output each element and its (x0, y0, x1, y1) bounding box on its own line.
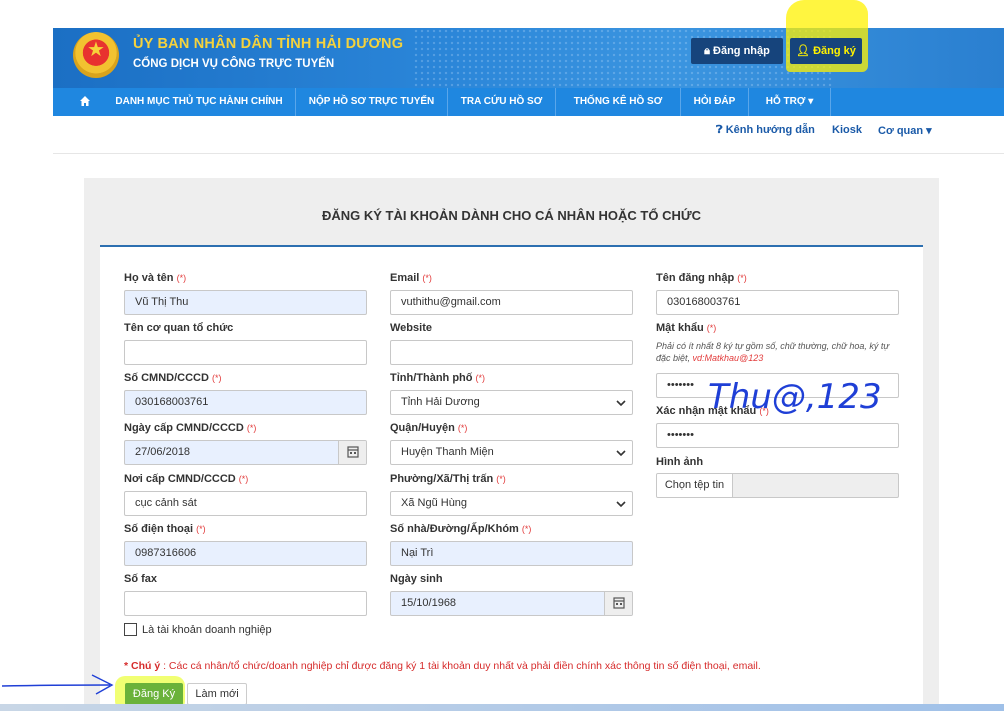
chevron-down-icon (616, 501, 626, 508)
province-label: Tỉnh/Thành phố (*) (390, 372, 486, 384)
register-button[interactable]: 👤︎ Đăng ký (790, 38, 862, 64)
issue-place-label: Nơi cấp CMND/CCCD (*) (124, 473, 249, 485)
national-emblem-icon: ★ (73, 32, 119, 78)
image-upload: Chọn tệp tin (656, 473, 899, 498)
main-nav: DANH MỤC THỦ TỤC HÀNH CHÍNH NỘP HỒ SƠ TR… (53, 88, 1004, 116)
image-label: Hình ảnh (656, 456, 704, 468)
login-button[interactable]: 🔒︎ Đăng nhập (691, 38, 783, 64)
business-account-label: Là tài khoản doanh nghiệp (142, 624, 272, 636)
fax-label: Số fax (124, 573, 158, 585)
website-input[interactable] (390, 340, 633, 365)
nav-item-statistics[interactable]: THỐNG KÊ HỒ SƠ (556, 88, 681, 116)
email-input[interactable]: vuthithu@gmail.com (390, 290, 633, 315)
nav-item-procedures[interactable]: DANH MỤC THỦ TỤC HÀNH CHÍNH (103, 88, 296, 116)
question-circle-icon: ❓︎ (716, 124, 723, 136)
chevron-down-icon (616, 450, 626, 457)
org-label: Tên cơ quan tổ chức (124, 322, 234, 334)
username-input[interactable]: 030168003761 (656, 290, 899, 315)
agency-dropdown[interactable]: Cơ quan ▾ (878, 124, 932, 137)
phone-label: Số điện thoại (*) (124, 523, 206, 535)
dob-label: Ngày sinh (390, 573, 443, 585)
address-input[interactable]: Nại Trì (390, 541, 633, 566)
org-subtitle: CỔNG DỊCH VỤ CÔNG TRỰC TUYẾN (133, 58, 335, 70)
dob-input[interactable]: 15/10/1968 (390, 591, 633, 616)
ward-label: Phường/Xã/Thị trấn (*) (390, 473, 506, 485)
issue-date-label: Ngày cấp CMND/CCCD (*) (124, 422, 257, 434)
handwritten-password-annotation: Thu@,123 (708, 377, 882, 417)
org-input[interactable] (124, 340, 367, 365)
calendar-icon[interactable] (338, 441, 366, 464)
issue-date-input[interactable]: 27/06/2018 (124, 440, 367, 465)
province-select[interactable]: Tỉnh Hải Dương (390, 390, 633, 415)
reset-button[interactable]: Làm mới (187, 683, 247, 705)
password-hint: Phải có ít nhất 8 ký tự gồm số, chữ thườ… (656, 341, 890, 363)
arrow-annotation (1, 674, 114, 695)
form-title: ĐĂNG KÝ TÀI KHOẢN DÀNH CHO CÁ NHÂN HOẶC … (321, 208, 702, 223)
divider (53, 153, 1004, 154)
taskbar (0, 704, 1004, 711)
fax-input[interactable] (124, 591, 367, 616)
handwriting-text: Thu@,123 (708, 377, 882, 417)
confirm-password-input[interactable]: ••••••• (656, 423, 899, 448)
business-account-checkbox[interactable] (124, 623, 137, 636)
submit-button[interactable]: Đăng Ký (125, 683, 183, 705)
user-plus-icon: 👤︎ (796, 45, 811, 57)
calendar-icon[interactable] (604, 592, 632, 615)
nav-item-support[interactable]: HỖ TRỢ ▾ (749, 88, 831, 116)
nav-item-faq[interactable]: HỎI ĐÁP (681, 88, 749, 116)
chevron-down-icon (616, 400, 626, 407)
lock-icon: 🔒︎ (704, 45, 710, 57)
fullname-input[interactable]: Vũ Thị Thu (124, 290, 367, 315)
note-text: * Chú ý : Các cá nhân/tổ chức/doanh nghi… (124, 660, 761, 672)
kiosk-link[interactable]: Kiosk (832, 124, 862, 136)
issue-place-input[interactable]: cục cảnh sát (124, 491, 367, 516)
id-label: Số CMND/CCCD (*) (124, 372, 222, 384)
nav-item-submit-online[interactable]: NỘP HỒ SƠ TRỰC TUYẾN (296, 88, 448, 116)
choose-file-button[interactable]: Chọn tệp tin (657, 474, 733, 497)
address-label: Số nhà/Đường/Ấp/Khóm (*) (390, 523, 532, 535)
guide-link[interactable]: ❓︎ Kênh hướng dẫn (716, 124, 815, 137)
fullname-label: Họ và tên (*) (124, 272, 187, 284)
org-title: ỦY BAN NHÂN DÂN TỈNH HẢI DƯƠNG (133, 36, 404, 52)
home-icon[interactable] (79, 95, 91, 107)
nav-item-lookup[interactable]: TRA CỨU HỒ SƠ (448, 88, 556, 116)
website-label: Website (390, 322, 432, 334)
ward-select[interactable]: Xã Ngũ Hùng (390, 491, 633, 516)
district-label: Quận/Huyện (*) (390, 422, 468, 434)
district-select[interactable]: Huyện Thanh Miện (390, 440, 633, 465)
password-label: Mật khẩu (*) (656, 322, 717, 334)
phone-input[interactable]: 0987316606 (124, 541, 367, 566)
username-label: Tên đăng nhập (*) (656, 272, 747, 284)
email-label: Email (*) (390, 272, 432, 284)
id-input[interactable]: 030168003761 (124, 390, 367, 415)
